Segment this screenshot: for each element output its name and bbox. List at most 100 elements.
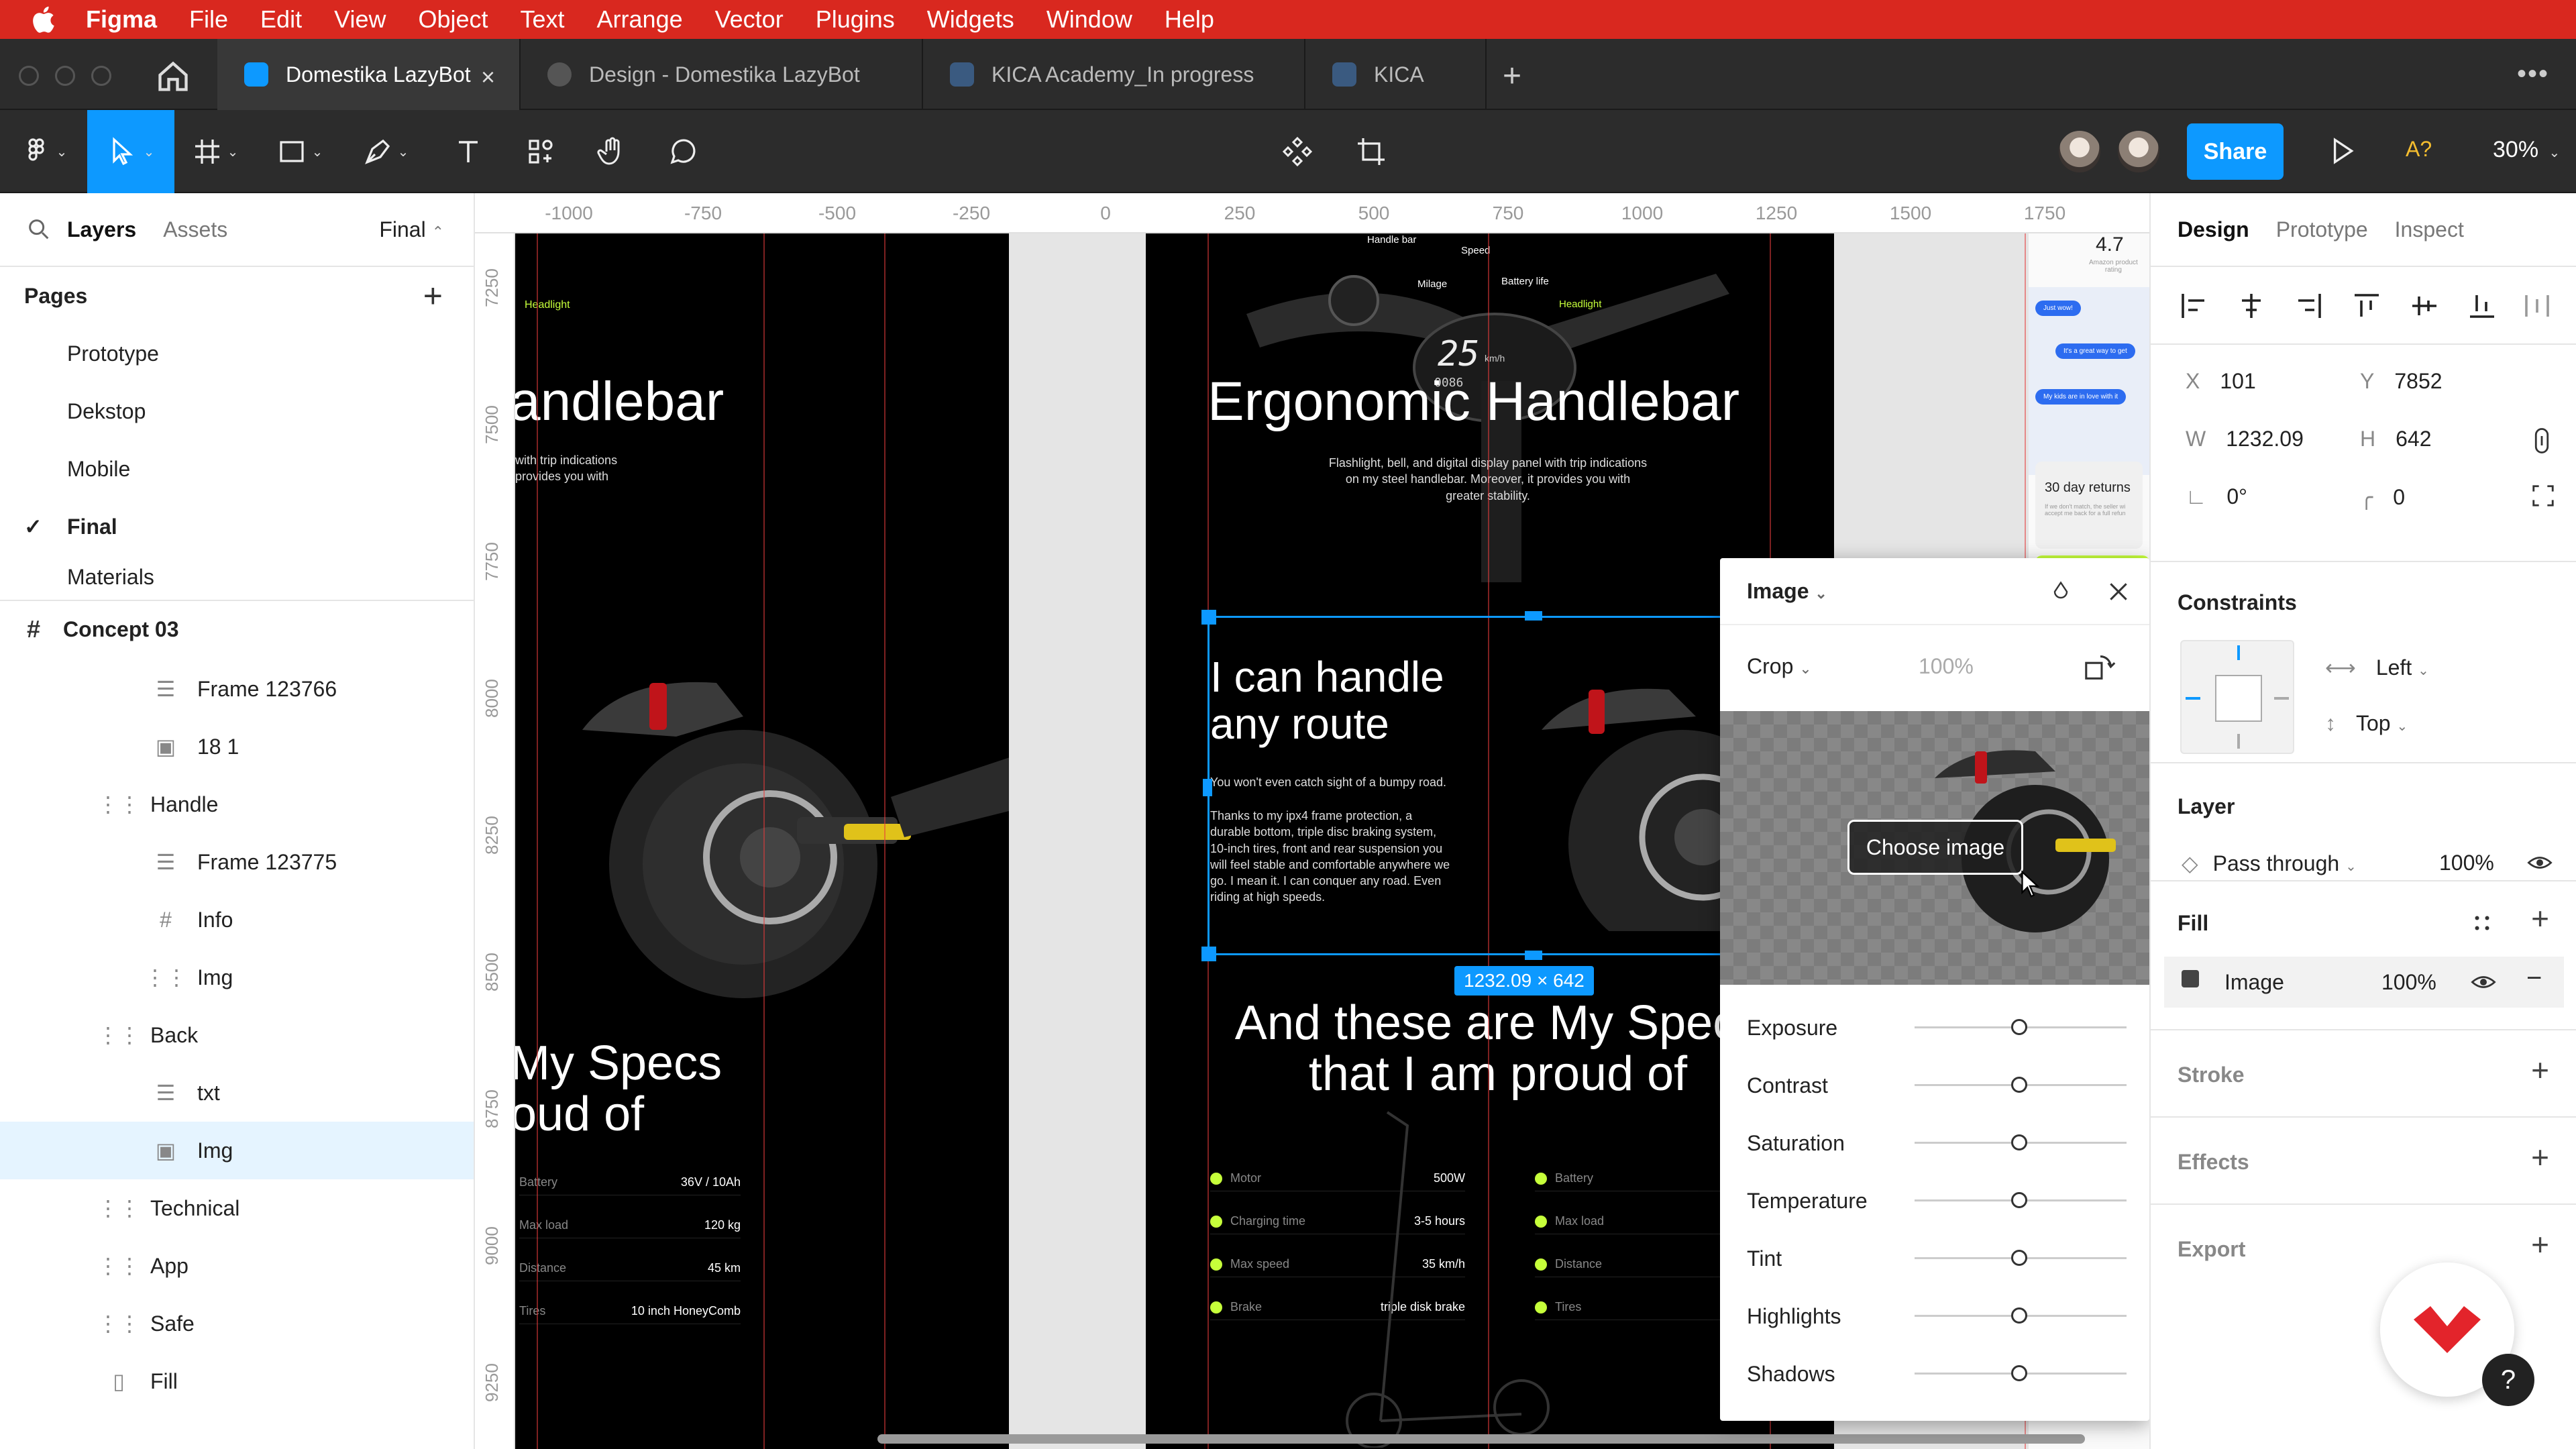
frame-tool-button[interactable]: ⌄ (189, 126, 240, 177)
more-options-icon[interactable]: ••• (2517, 59, 2549, 89)
main-menu-button[interactable]: ⌄ (13, 126, 74, 177)
missing-fonts-indicator[interactable]: A? (2406, 137, 2432, 162)
blend-mode-dropdown[interactable]: ◇ Pass through ⌄ (2182, 851, 2357, 876)
resize-handle[interactable] (1203, 779, 1212, 796)
layer-row[interactable]: ☰ Frame 123766 (0, 660, 474, 718)
layer-row[interactable]: ▣ Img (0, 1122, 474, 1179)
tab-design[interactable]: Design (2178, 217, 2249, 242)
frame-layer-concept-03[interactable]: # Concept 03 (0, 600, 474, 657)
window-close-button[interactable] (19, 66, 39, 86)
menu-vector[interactable]: Vector (715, 5, 784, 34)
constraint-center-box[interactable] (2215, 675, 2262, 722)
menu-help[interactable]: Help (1165, 5, 1214, 34)
image-preview[interactable]: Choose image (1720, 711, 2149, 985)
layer-row[interactable]: ▯ Fill (0, 1352, 474, 1410)
adjustment-slider-knob[interactable] (2011, 1250, 2027, 1266)
window-zoom-button[interactable] (91, 66, 111, 86)
align-top-icon[interactable] (2351, 290, 2383, 322)
rotate-image-icon[interactable] (2082, 651, 2118, 683)
constraints-widget[interactable] (2180, 640, 2294, 754)
tab-prototype[interactable]: Prototype (2276, 217, 2368, 242)
add-fill-plus-icon[interactable]: + (2531, 900, 2549, 936)
constraint-top-marker[interactable] (2237, 645, 2240, 660)
tab-kica-academy[interactable]: KICA Academy_In progress (923, 39, 1305, 110)
tab-kica[interactable]: KICA (1305, 39, 1487, 110)
layer-row[interactable]: ⋮⋮ Technical (0, 1179, 474, 1237)
tab-layers[interactable]: Layers (67, 217, 136, 242)
adjustment-slider-knob[interactable] (2011, 1365, 2027, 1381)
remove-fill-minus-icon[interactable]: − (2526, 963, 2542, 994)
align-vertical-center-icon[interactable] (2408, 290, 2440, 322)
add-page-plus-icon[interactable]: + (423, 276, 443, 315)
adjustment-slider-knob[interactable] (2011, 1307, 2027, 1324)
rotation-field[interactable]: ∟ 0° (2186, 484, 2247, 509)
shape-tool-button[interactable]: ⌄ (274, 126, 325, 177)
close-icon[interactable]: × (481, 63, 495, 91)
style-drop-icon[interactable] (2049, 580, 2073, 604)
help-button[interactable]: ? (2482, 1354, 2534, 1406)
image-type-dropdown[interactable]: Image ⌄ (1747, 579, 1827, 604)
menu-widgets[interactable]: Widgets (927, 5, 1014, 34)
choose-image-button[interactable]: Choose image (1847, 820, 2023, 875)
new-tab-plus-icon[interactable]: + (1503, 58, 1521, 95)
page-item-prototype[interactable]: Prototype (0, 325, 474, 382)
move-tool-button[interactable]: ⌄ (87, 110, 174, 193)
menu-window[interactable]: Window (1046, 5, 1132, 34)
resize-handle[interactable] (1525, 611, 1542, 621)
crop-mode-dropdown[interactable]: Crop ⌄ (1747, 654, 1812, 679)
width-field[interactable]: W 1232.09 (2186, 427, 2304, 451)
tab-design-domestika-lazybot[interactable]: Design - Domestika LazyBot (521, 39, 923, 110)
adjustment-slider-knob[interactable] (2011, 1019, 2027, 1035)
adjustment-slider-knob[interactable] (2011, 1192, 2027, 1208)
align-left-icon[interactable] (2178, 290, 2210, 322)
horizontal-scrollbar[interactable] (877, 1434, 2085, 1444)
share-button[interactable]: Share (2187, 123, 2284, 180)
layer-row[interactable]: ⋮⋮ Safe (0, 1295, 474, 1352)
layer-row[interactable]: ⋮⋮ Handle (0, 775, 474, 833)
layer-row[interactable]: ☰ Frame 123775 (0, 833, 474, 891)
y-field[interactable]: Y 7852 (2360, 369, 2443, 394)
align-horizontal-center-icon[interactable] (2235, 290, 2267, 322)
independent-corners-icon[interactable] (2530, 483, 2556, 508)
menu-edit[interactable]: Edit (260, 5, 302, 34)
avatar[interactable] (2116, 129, 2161, 174)
eye-icon[interactable] (2470, 969, 2497, 996)
fill-row[interactable]: Image 100% − (2164, 957, 2564, 1008)
x-field[interactable]: X 101 (2186, 369, 2256, 394)
fill-opacity[interactable]: 100% (2381, 970, 2436, 995)
menu-app-name[interactable]: Figma (86, 5, 157, 34)
resize-handle[interactable] (1525, 951, 1542, 960)
distribute-icon[interactable] (2521, 290, 2553, 322)
vertical-constraint-dropdown[interactable]: ↕ Top ⌄ (2325, 711, 2408, 736)
eye-icon[interactable] (2526, 849, 2553, 876)
avatar[interactable] (2057, 129, 2102, 174)
layer-row[interactable]: ⋮⋮ App (0, 1237, 474, 1295)
style-grid-icon[interactable] (2470, 911, 2494, 935)
home-icon[interactable] (156, 59, 191, 94)
add-stroke-plus-icon[interactable]: + (2531, 1052, 2549, 1088)
layer-row[interactable]: ⋮⋮ Back (0, 1006, 474, 1064)
artboard-left[interactable]: Headlight andlebar with trip indications… (515, 233, 1009, 1449)
constraint-right-marker[interactable] (2274, 697, 2289, 700)
present-play-icon[interactable] (2325, 134, 2359, 168)
selection-frame[interactable] (1201, 610, 1771, 961)
align-bottom-icon[interactable] (2466, 290, 2498, 322)
align-right-icon[interactable] (2293, 290, 2325, 322)
layer-row[interactable]: ▣ 18 1 (0, 718, 474, 775)
horizontal-constraint-dropdown[interactable]: ⟷ Left ⌄ (2325, 655, 2429, 680)
menu-text[interactable]: Text (521, 5, 565, 34)
search-icon[interactable] (25, 216, 52, 243)
pen-tool-button[interactable]: ⌄ (360, 126, 411, 177)
resize-handle[interactable] (1201, 947, 1216, 961)
menu-arrange[interactable]: Arrange (597, 5, 683, 34)
page-item-materials[interactable]: Materials (0, 555, 474, 600)
layer-row[interactable]: # Info (0, 891, 474, 949)
resize-handle[interactable] (1201, 610, 1216, 625)
add-effect-plus-icon[interactable]: + (2531, 1139, 2549, 1175)
tab-assets[interactable]: Assets (163, 217, 227, 242)
menu-object[interactable]: Object (418, 5, 488, 34)
menu-file[interactable]: File (189, 5, 228, 34)
comment-tool-button[interactable] (657, 126, 708, 177)
height-field[interactable]: H 642 (2360, 427, 2432, 451)
layer-row[interactable]: ⋮⋮ Img (0, 949, 474, 1006)
